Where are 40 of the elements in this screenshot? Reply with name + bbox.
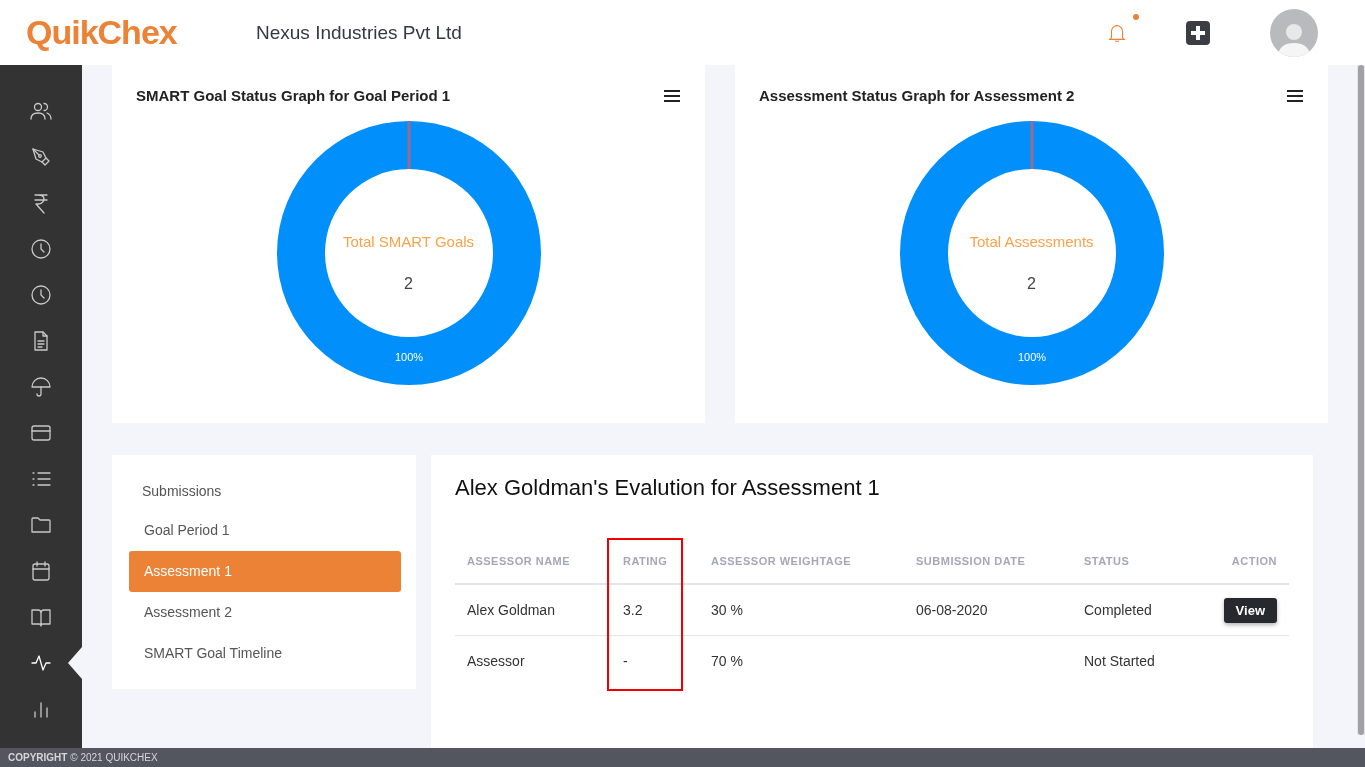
slice-label: 100%: [394, 351, 423, 363]
company-name: Nexus Industries Pvt Ltd: [256, 21, 462, 44]
column-header: RATING: [611, 538, 699, 584]
table-cell: -: [623, 653, 628, 669]
table-cell: 30 %: [711, 602, 743, 618]
table-cell: Alex Goldman: [467, 602, 555, 618]
calendar-icon[interactable]: [29, 559, 53, 583]
column-header: ASSESSOR WEIGHTAGE: [699, 538, 904, 584]
plus-icon[interactable]: [1186, 20, 1210, 45]
scrollbar-thumb[interactable]: [1358, 65, 1364, 735]
table-cell: Assessor: [467, 653, 525, 669]
clock-icon[interactable]: [29, 283, 53, 307]
table-cell: Not Started: [1084, 653, 1155, 669]
view-button[interactable]: View: [1223, 597, 1277, 623]
evaluation-title: Alex Goldman's Evalution for Assessment 1: [455, 475, 881, 501]
chart-center-label: Total SMART Goals: [341, 233, 476, 250]
menu-icon[interactable]: [1286, 88, 1304, 103]
table-cell: 3.2: [623, 602, 643, 618]
column-header: ACTION: [1210, 538, 1289, 584]
chart-center-value: 2: [1026, 275, 1037, 293]
clock-icon[interactable]: [29, 237, 53, 261]
menu-icon[interactable]: [663, 88, 681, 103]
chart-title: SMART Goal Status Graph for Goal Period 1: [136, 87, 451, 104]
column-header: STATUS: [1072, 538, 1210, 584]
chart-center-label: Total Assessments: [968, 233, 1095, 250]
copyright-text: COPYRIGHT © 2021 QUIKCHEX: [0, 748, 1365, 767]
nav-item[interactable]: SMART Goal Timeline: [129, 633, 401, 674]
active-indicator: [68, 647, 82, 679]
nav-item[interactable]: Goal Period 1: [129, 510, 401, 551]
column-header: SUBMISSION DATE: [904, 538, 1072, 584]
table-cell: Completed: [1084, 602, 1152, 618]
table-cell: 70 %: [711, 653, 743, 669]
panel-heading: Submissions: [141, 483, 223, 501]
column-header: ASSESSOR NAME: [455, 538, 611, 584]
nav-item[interactable]: Assessment 2: [129, 592, 401, 633]
table-cell: 06-08-2020: [916, 602, 988, 618]
chart-center-value: 2: [403, 275, 414, 293]
umbrella-icon[interactable]: [29, 375, 53, 399]
chart-title: Assessment Status Graph for Assessment 2: [759, 87, 1075, 104]
slice-label: 100%: [1017, 351, 1046, 363]
